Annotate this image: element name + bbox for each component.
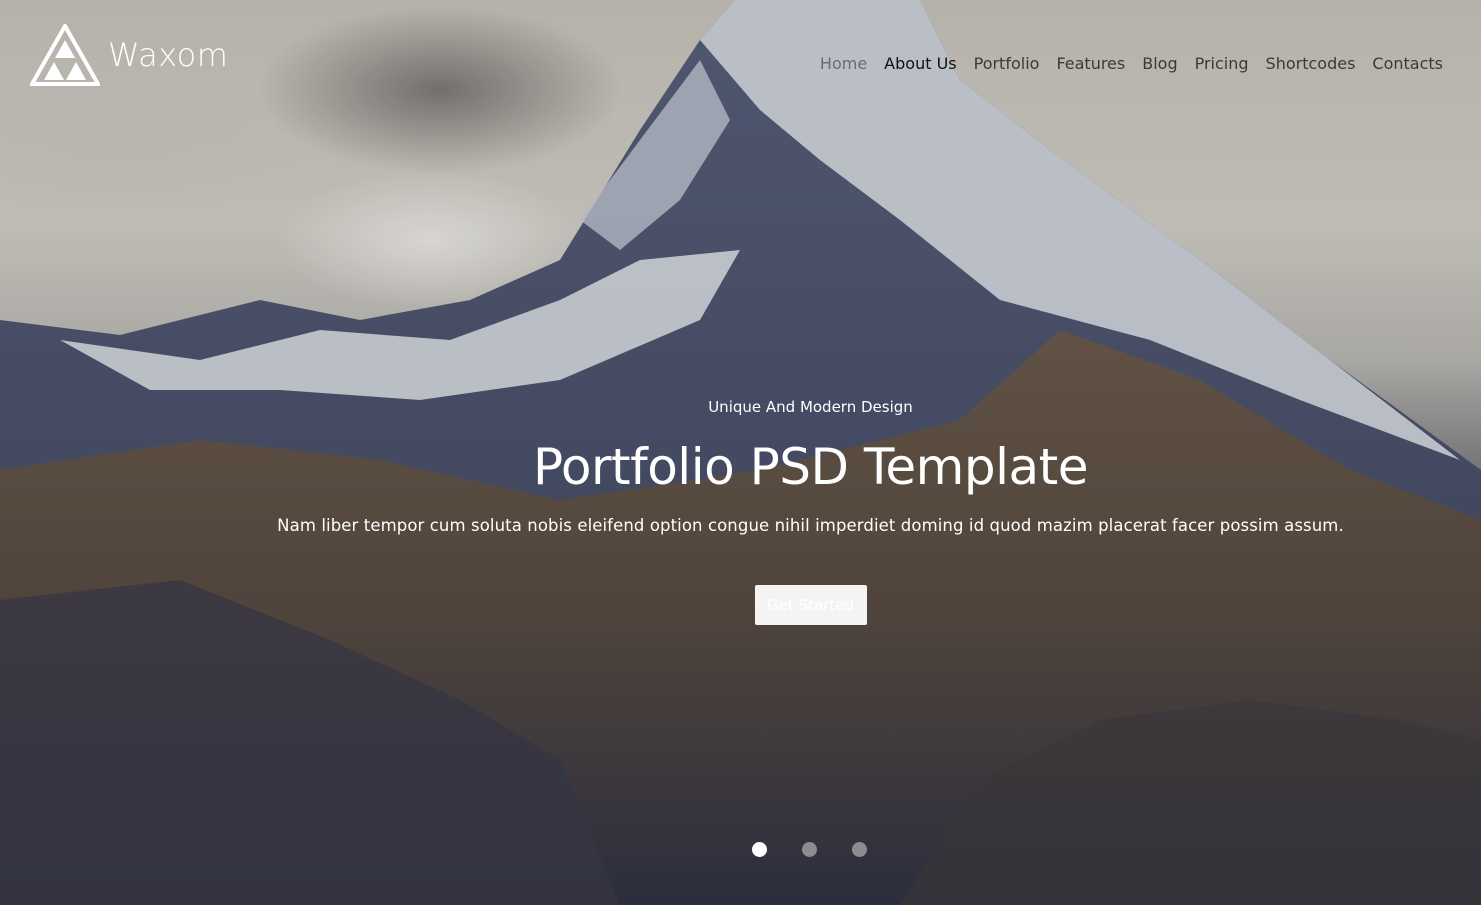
slider-dot-1[interactable] [752, 842, 767, 857]
hero-content: Unique And Modern Design Portfolio PSD T… [0, 398, 1481, 625]
slider-pagination [752, 842, 867, 857]
hero-lead-text: Nam liber tempor cum soluta nobis eleife… [277, 516, 1344, 535]
nav-item-blog[interactable]: Blog [1142, 54, 1177, 73]
nav-item-about-us[interactable]: About Us [884, 54, 956, 73]
nav-item-portfolio[interactable]: Portfolio [974, 54, 1040, 73]
nav-item-features[interactable]: Features [1056, 54, 1125, 73]
nav-item-contacts[interactable]: Contacts [1372, 54, 1443, 73]
hero-section: Waxom Home About Us Portfolio Features B… [0, 0, 1481, 905]
brand-name: Waxom [108, 36, 229, 74]
nav-item-home[interactable]: Home [820, 54, 867, 73]
get-started-button[interactable]: Get Started [754, 585, 867, 625]
main-nav: Home About Us Portfolio Features Blog Pr… [820, 54, 1443, 73]
nav-item-pricing[interactable]: Pricing [1195, 54, 1249, 73]
hero-subtitle: Unique And Modern Design [708, 398, 913, 416]
triangle-logo-icon [30, 24, 100, 86]
nav-item-shortcodes[interactable]: Shortcodes [1266, 54, 1356, 73]
brand-logo[interactable]: Waxom [30, 24, 228, 86]
hero-title: Portfolio PSD Template [532, 438, 1089, 496]
slider-dot-3[interactable] [852, 842, 867, 857]
slider-dot-2[interactable] [802, 842, 817, 857]
